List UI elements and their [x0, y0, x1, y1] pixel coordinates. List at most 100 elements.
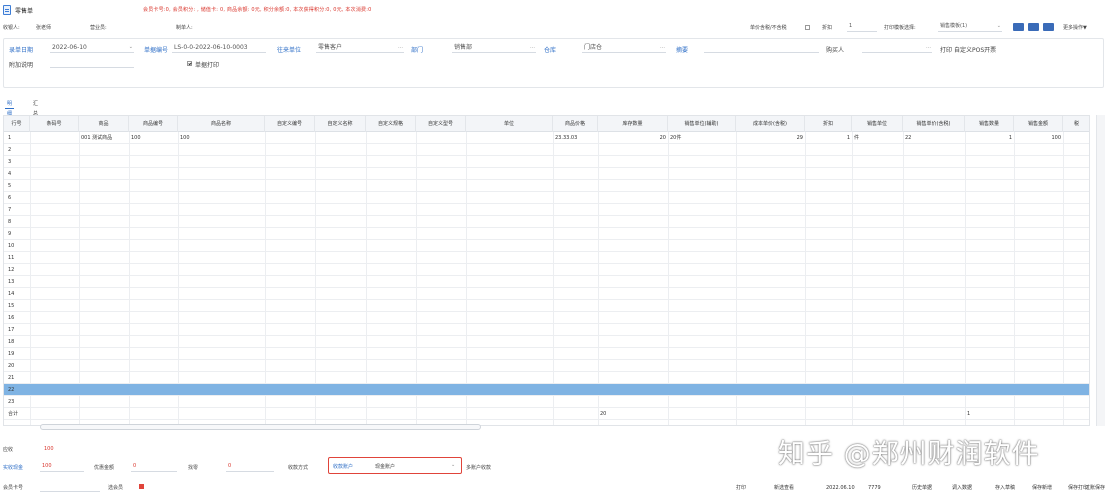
table-row[interactable]: 11 [4, 252, 1089, 264]
column-header[interactable]: 商品价格 [553, 116, 598, 132]
pos-invoice-link[interactable]: 自定义POS开票 [954, 45, 996, 54]
bottom-button[interactable]: 7779 [868, 482, 881, 494]
table-row[interactable]: 17 [4, 324, 1089, 336]
table-row[interactable]: 6 [4, 192, 1089, 204]
tab-summary[interactable]: 汇总 [31, 99, 40, 117]
column-header[interactable]: 自定义规格 [366, 116, 416, 132]
table-row[interactable]: 2 [4, 144, 1089, 156]
column-header[interactable]: 库存数量 [598, 116, 668, 132]
bottom-button[interactable]: 历史单据 [912, 482, 932, 494]
column-header[interactable]: 商品 [79, 116, 129, 132]
bottom-button[interactable]: 新选查看 [774, 482, 794, 494]
table-cell[interactable]: 件 [854, 132, 901, 144]
table-cell[interactable]: 22 [905, 132, 963, 144]
column-header[interactable]: 自定义编号 [265, 116, 315, 132]
table-cell[interactable]: 100 [1016, 132, 1061, 144]
multi-account-button[interactable]: 多账户收款 [466, 464, 491, 471]
account-select-box[interactable]: 收款账户 现金账户 ⌄ [328, 457, 462, 474]
total-row[interactable]: 合计 [4, 408, 1089, 420]
table-row[interactable]: 22 [4, 384, 1089, 396]
column-header[interactable]: 折扣 [805, 116, 852, 132]
discount-input[interactable]: 1 [847, 22, 877, 32]
bottom-button[interactable]: 打印 [736, 482, 746, 494]
ellipsis-icon[interactable]: … [530, 43, 535, 52]
column-header[interactable]: 单位 [466, 116, 553, 132]
column-header[interactable]: 条码号 [30, 116, 79, 132]
change-input[interactable]: 0 [226, 462, 274, 472]
toolbar-button-1[interactable] [1013, 23, 1024, 31]
table-cell[interactable]: 1 [967, 408, 1012, 420]
table-row[interactable]: 3 [4, 156, 1089, 168]
column-header[interactable]: 销售金额 [1014, 116, 1063, 132]
ellipsis-icon[interactable]: … [926, 43, 931, 52]
table-cell[interactable]: 100 [131, 132, 176, 144]
discount-amount-input[interactable]: 0 [131, 462, 177, 472]
price-mode-checkbox[interactable] [805, 25, 810, 30]
column-header[interactable]: 销售单位(辅助) [668, 116, 736, 132]
table-row[interactable]: 19 [4, 348, 1089, 360]
tab-detail[interactable]: 明细 [5, 99, 15, 117]
toolbar-button-2[interactable] [1028, 23, 1039, 31]
summary-input[interactable] [704, 43, 819, 53]
bottom-button[interactable]: 过账保存 [1085, 482, 1105, 494]
table-cell[interactable]: 100 [180, 132, 263, 144]
table-cell[interactable]: 20件 [670, 132, 734, 144]
cashier-value[interactable]: 张老师 [36, 24, 51, 31]
number-input[interactable]: LS-0-0-2022-06-10-0003 [172, 43, 266, 53]
customer-input[interactable]: 零售客户… [316, 43, 404, 53]
horizontal-scrollbar[interactable] [40, 424, 481, 430]
bottom-button[interactable]: 存入草稿 [995, 482, 1015, 494]
bottom-button[interactable]: 调入数据 [952, 482, 972, 494]
operator-label[interactable]: 制单人: [176, 24, 193, 31]
table-row[interactable]: 5 [4, 180, 1089, 192]
table-row[interactable]: 8 [4, 216, 1089, 228]
table-cell[interactable]: 29 [738, 132, 803, 144]
table-cell[interactable]: 001 测试商品 [81, 132, 127, 144]
dept-input[interactable]: 销售部… [452, 43, 536, 53]
toolbar-button-3[interactable] [1043, 23, 1054, 31]
column-header[interactable]: 自定义型号 [416, 116, 466, 132]
table-cell[interactable]: 1 [807, 132, 850, 144]
column-header[interactable]: 销售单价(含税) [903, 116, 965, 132]
note-input[interactable] [50, 58, 134, 68]
bottom-button[interactable]: 保存新增 [1032, 482, 1052, 494]
table-row[interactable]: 10 [4, 240, 1089, 252]
column-header[interactable]: 成本单价(含税) [736, 116, 805, 132]
table-cell[interactable]: 20 [600, 132, 666, 144]
clerk-label[interactable]: 营业员: [90, 24, 107, 31]
table-row[interactable]: 18 [4, 336, 1089, 348]
table-row[interactable]: 4 [4, 168, 1089, 180]
warehouse-input[interactable]: 门店仓… [582, 43, 666, 53]
table-row[interactable]: 15 [4, 300, 1089, 312]
table-cell[interactable]: 23.33.03 [555, 132, 596, 144]
table-cell[interactable]: 20 [600, 408, 666, 420]
vertical-scrollbar[interactable] [1096, 115, 1105, 426]
template-select[interactable]: 销售模板(1) ⌄ [938, 22, 1002, 32]
date-input[interactable]: 2022-06-10 ⌄ [50, 43, 134, 53]
more-actions-menu[interactable]: 更多操作▼ [1063, 24, 1087, 31]
column-header[interactable]: 销售单位 [852, 116, 903, 132]
received-input[interactable]: 100 [40, 462, 84, 472]
table-row[interactable]: 23 [4, 396, 1089, 408]
column-header[interactable]: 税 [1063, 116, 1089, 132]
table-cell[interactable]: 1 [967, 132, 1012, 144]
payment-method-button[interactable]: 收款方式 [288, 464, 308, 471]
table-row[interactable]: 9 [4, 228, 1089, 240]
member-input[interactable] [40, 482, 100, 492]
column-header[interactable]: 行号 [4, 116, 30, 132]
bottom-button[interactable]: 2022.06.10 [826, 482, 855, 494]
column-header[interactable]: 商品编号 [129, 116, 178, 132]
table-row[interactable]: 21 [4, 372, 1089, 384]
select-member-button[interactable]: 选会员 [108, 484, 123, 491]
table-row[interactable]: 20 [4, 360, 1089, 372]
buyer-input[interactable]: … [862, 43, 932, 53]
column-header[interactable]: 销售数量 [965, 116, 1014, 132]
ellipsis-icon[interactable]: … [398, 43, 403, 52]
table-row[interactable]: 12 [4, 264, 1089, 276]
table-row[interactable]: 14 [4, 288, 1089, 300]
ellipsis-icon[interactable]: … [660, 43, 665, 52]
table-row[interactable]: 16 [4, 312, 1089, 324]
column-header[interactable]: 自定义名称 [315, 116, 366, 132]
table-row[interactable]: 7 [4, 204, 1089, 216]
table-row[interactable]: 13 [4, 276, 1089, 288]
